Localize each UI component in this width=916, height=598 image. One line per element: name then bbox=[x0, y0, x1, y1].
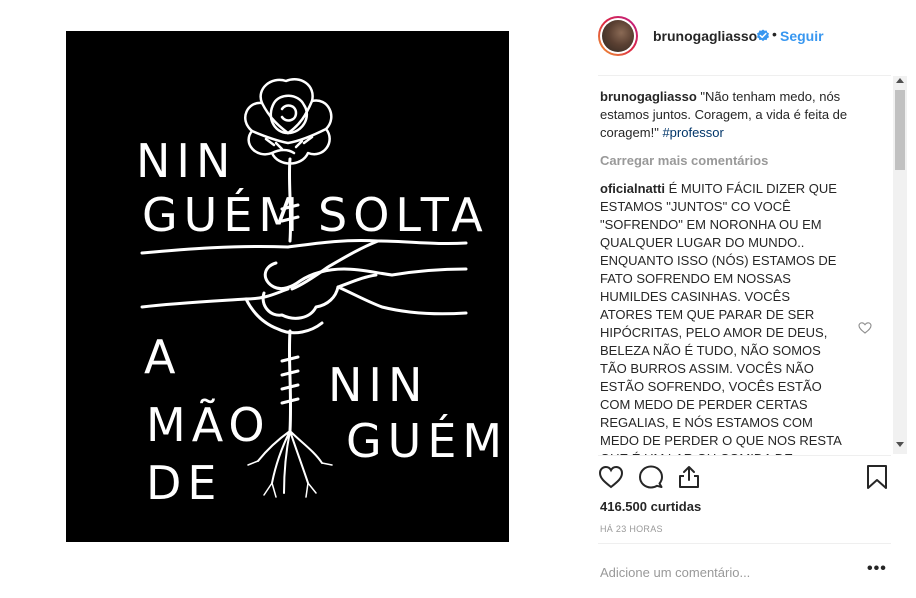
comment-username[interactable]: oficialnatti bbox=[600, 181, 665, 196]
post-side-panel: brunogagliasso • Seguir brunogagliasso "… bbox=[584, 0, 916, 598]
speech-bubble-icon[interactable] bbox=[638, 464, 664, 490]
image-text-line1: NIN bbox=[136, 134, 236, 188]
caption-username[interactable]: brunogagliasso bbox=[600, 89, 697, 104]
image-text-line3a: A bbox=[144, 330, 176, 384]
more-options-button[interactable]: ••• bbox=[867, 560, 887, 578]
instagram-post-page: NIN GUÉM SOLTA A NIN MÃO GUÉM DE brunoga… bbox=[0, 0, 916, 598]
profile-avatar[interactable] bbox=[598, 16, 638, 56]
avatar-photo bbox=[602, 20, 634, 52]
image-text-line5: DE bbox=[146, 456, 223, 510]
small-heart-icon[interactable] bbox=[858, 321, 872, 335]
post-image[interactable]: NIN GUÉM SOLTA A NIN MÃO GUÉM DE bbox=[66, 31, 509, 542]
add-comment-input[interactable] bbox=[600, 563, 840, 581]
comments-list[interactable]: brunogagliasso "Não tenham medo, nós est… bbox=[600, 88, 876, 456]
post-timestamp[interactable]: HÁ 23 HORAS bbox=[600, 524, 663, 534]
caption-hashtag[interactable]: #professor bbox=[662, 125, 723, 140]
caption: brunogagliasso "Não tenham medo, nós est… bbox=[600, 88, 876, 142]
post-image-artwork: NIN GUÉM SOLTA A NIN MÃO GUÉM DE bbox=[66, 31, 509, 542]
bookmark-icon[interactable] bbox=[864, 464, 890, 490]
follow-button[interactable]: Seguir bbox=[780, 28, 824, 44]
scrollbar-thumb[interactable] bbox=[895, 90, 905, 170]
post-header: brunogagliasso • Seguir bbox=[584, 14, 884, 60]
share-icon[interactable] bbox=[676, 464, 702, 490]
image-text-line4a: MÃO bbox=[146, 398, 271, 452]
image-text-line3b: NIN bbox=[328, 358, 428, 412]
avatar-ring-inner bbox=[600, 18, 636, 54]
heart-icon[interactable] bbox=[598, 464, 624, 490]
comment-input-divider bbox=[598, 543, 891, 544]
load-more-comments-button[interactable]: Carregar mais comentários bbox=[600, 152, 876, 170]
comment-text: É MUITO FÁCIL DIZER QUE ESTAMOS "JUNTOS"… bbox=[600, 181, 842, 456]
header-separator: • bbox=[772, 26, 777, 42]
image-text-line2b: SOLTA bbox=[318, 188, 489, 242]
actions-divider bbox=[598, 455, 891, 456]
likes-count[interactable]: 416.500 curtidas bbox=[600, 499, 701, 514]
post-author-username[interactable]: brunogagliasso bbox=[653, 28, 757, 44]
header-divider bbox=[598, 75, 891, 76]
verified-badge-icon bbox=[757, 29, 769, 42]
roots-drawing bbox=[287, 329, 293, 433]
scroll-down-arrow-icon[interactable] bbox=[896, 442, 904, 447]
scroll-up-arrow-icon[interactable] bbox=[896, 78, 904, 83]
image-text-line2a: GUÉM bbox=[142, 188, 304, 242]
comment-item: oficialnatti É MUITO FÁCIL DIZER QUE EST… bbox=[600, 180, 845, 456]
image-text-line4b: GUÉM bbox=[346, 414, 508, 468]
